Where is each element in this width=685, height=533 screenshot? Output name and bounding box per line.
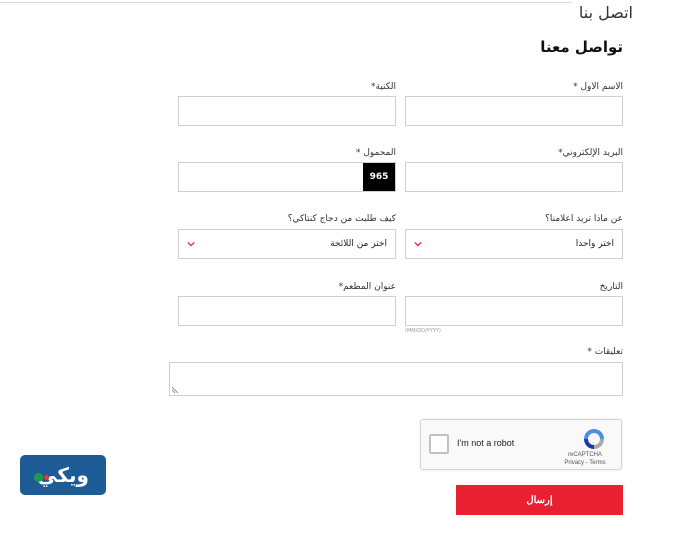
recaptcha-widget: I'm not a robot reCAPTCHA Privacy - Term… — [420, 419, 622, 470]
logo-dot-green — [34, 473, 43, 482]
source-label: كيف طلبت من دجاج كنتاكي؟ — [287, 214, 396, 224]
source-select[interactable]: اختر من اللائحة — [178, 229, 396, 259]
captcha-label: I'm not a robot — [457, 438, 515, 448]
watermark-logo: ويكي — [20, 455, 106, 495]
last-name-input[interactable] — [178, 96, 396, 126]
chevron-down-icon — [414, 241, 422, 247]
top-divider — [0, 2, 572, 3]
recaptcha-brand: reCAPTCHA — [567, 452, 602, 458]
page-heading: اتصل بنا — [578, 3, 633, 22]
email-input[interactable] — [405, 162, 623, 192]
topic-label: عن ماذا تريد اعلامنا؟ — [545, 214, 623, 224]
section-title: تواصل معنا — [540, 38, 623, 56]
topic-select[interactable]: اختر واحدا — [405, 229, 623, 259]
first-name-input[interactable] — [405, 96, 623, 126]
captcha-checkbox[interactable] — [429, 434, 449, 454]
chevron-down-icon — [187, 241, 195, 247]
date-input[interactable] — [405, 296, 623, 326]
last-name-label: الكنية* — [371, 82, 396, 92]
recaptcha-links[interactable]: Privacy - Terms — [557, 460, 613, 466]
comments-label: تعليقات * — [587, 347, 623, 357]
country-code: 965 — [363, 163, 395, 191]
topic-select-value: اختر واحدا — [575, 239, 614, 249]
date-label: التاريخ — [599, 282, 623, 292]
logo-dot-red — [44, 475, 49, 480]
source-select-value: اختر من اللائحة — [330, 239, 387, 249]
resize-handle-icon[interactable] — [172, 385, 180, 393]
recaptcha-icon — [584, 429, 604, 449]
restaurant-label: عنوان المطعم* — [338, 282, 396, 292]
first-name-label: الاسم الاول * — [573, 82, 623, 92]
restaurant-input[interactable] — [178, 296, 396, 326]
email-label: البريد الإلكتروني* — [558, 148, 623, 158]
mobile-field[interactable]: 965 — [178, 162, 396, 192]
submit-button[interactable]: إرسال — [456, 485, 623, 515]
mobile-label: المحمول * — [355, 148, 396, 158]
comments-textarea[interactable] — [169, 362, 623, 396]
date-format-hint: (MM/DD/YYYY) — [405, 328, 441, 334]
